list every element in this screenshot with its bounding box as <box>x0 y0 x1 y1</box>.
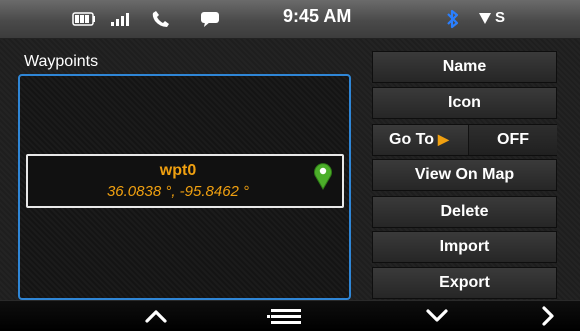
view-on-map-button[interactable]: View On Map <box>372 159 557 191</box>
chevron-down-icon[interactable] <box>417 304 457 328</box>
waypoint-list[interactable]: wpt0 36.0838 °, -95.8462 ° <box>18 74 351 300</box>
phone-icon <box>152 9 170 29</box>
list-item[interactable]: wpt0 36.0838 °, -95.8462 ° <box>26 154 344 208</box>
menu-icon[interactable] <box>266 304 306 328</box>
bluetooth-icon <box>446 9 460 29</box>
network-signal-icon <box>479 12 491 24</box>
delete-button[interactable]: Delete <box>372 196 557 228</box>
icon-button[interactable]: Icon <box>372 87 557 119</box>
network-label: S <box>495 9 506 26</box>
message-icon <box>200 9 220 29</box>
network-status: S <box>478 9 505 26</box>
export-button[interactable]: Export <box>372 267 557 299</box>
go-to-label: Go To <box>389 131 435 148</box>
chevron-up-icon[interactable] <box>136 304 176 328</box>
map-pin-icon <box>313 162 333 195</box>
battery-icon <box>72 9 96 29</box>
waypoint-name: wpt0 <box>159 162 197 179</box>
go-to-button[interactable]: Go To ▶ OFF <box>372 124 557 156</box>
signal-icon <box>110 9 132 29</box>
import-button[interactable]: Import <box>372 231 557 263</box>
bottom-nav-bar <box>0 300 580 331</box>
chevron-right-icon[interactable] <box>528 304 568 328</box>
go-to-toggle[interactable]: OFF <box>468 125 557 155</box>
page-title: Waypoints <box>24 53 99 70</box>
waypoint-coordinates: 36.0838 °, -95.8462 ° <box>106 183 250 200</box>
arrow-right-icon: ▶ <box>438 131 449 147</box>
name-button[interactable]: Name <box>372 51 557 83</box>
clock: 9:45 AM <box>283 6 352 26</box>
status-bar: 9:45 AM S <box>0 0 580 39</box>
